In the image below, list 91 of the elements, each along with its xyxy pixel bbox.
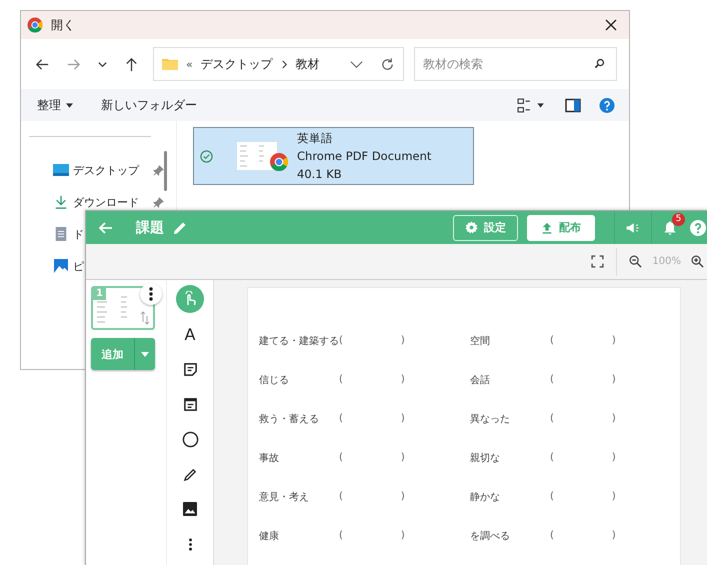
help-icon[interactable] xyxy=(599,98,615,112)
search-icon xyxy=(594,58,605,69)
folder-icon xyxy=(162,58,178,70)
text-box-icon xyxy=(182,396,198,412)
pdf-thumbnail-icon xyxy=(235,140,289,172)
upload-icon xyxy=(541,222,553,234)
document-icon xyxy=(53,227,69,241)
vocabulary-word: 静かな xyxy=(470,490,501,504)
file-type: Chrome PDF Document xyxy=(297,148,432,165)
assignment-title: 課題 xyxy=(136,218,164,236)
close-parenthesis: ) xyxy=(400,374,405,385)
file-tile[interactable]: 英単語 Chrome PDF Document 40.1 KB xyxy=(193,127,474,185)
close-parenthesis: ) xyxy=(400,491,405,502)
close-parenthesis: ) xyxy=(612,413,616,424)
window-title: 開く xyxy=(51,16,75,34)
close-parenthesis: ) xyxy=(400,413,405,424)
zoom-level: 100% xyxy=(652,256,681,267)
open-parenthesis: ( xyxy=(339,491,343,502)
vocabulary-word: 信じる xyxy=(259,374,290,386)
back-arrow-icon[interactable] xyxy=(35,56,50,72)
zoom-out-icon[interactable] xyxy=(629,255,642,268)
refresh-icon[interactable] xyxy=(380,56,395,72)
preview-pane-icon[interactable] xyxy=(565,98,581,112)
open-parenthesis: ( xyxy=(550,374,554,385)
vocabulary-word: 空間 xyxy=(470,334,491,348)
breadcrumb-overflow[interactable]: « xyxy=(186,58,193,70)
close-parenthesis: ) xyxy=(612,374,616,385)
caret-icon xyxy=(66,102,73,108)
up-arrow-icon[interactable] xyxy=(124,56,139,72)
download-icon xyxy=(53,195,69,209)
circle-icon xyxy=(182,430,198,448)
pin-icon[interactable] xyxy=(153,164,164,176)
open-parenthesis: ( xyxy=(550,491,554,502)
check-circle-icon[interactable] xyxy=(200,150,213,162)
pictures-icon xyxy=(53,259,69,273)
scrollbar-thumb[interactable] xyxy=(164,151,167,191)
vocabulary-word: 意見・考え xyxy=(259,490,310,504)
pencil-icon xyxy=(182,466,198,482)
vocabulary-word: 会話 xyxy=(470,374,491,386)
notification-badge: 5 xyxy=(672,212,685,226)
open-parenthesis: ( xyxy=(550,452,554,463)
file-name: 英単語 xyxy=(297,130,334,147)
image-icon xyxy=(183,502,197,516)
close-icon[interactable] xyxy=(605,19,617,31)
open-parenthesis: ( xyxy=(339,335,343,346)
chrome-icon xyxy=(27,17,43,33)
vocabulary-word: 建てる・建築する xyxy=(259,334,339,348)
open-parenthesis: ( xyxy=(339,374,343,385)
open-parenthesis: ( xyxy=(339,452,343,463)
more-icon xyxy=(188,536,192,552)
new-folder-button[interactable]: 新しいフォルダー xyxy=(95,92,203,118)
desktop-icon xyxy=(53,163,69,177)
text-tool-button[interactable]: A xyxy=(176,320,204,348)
vocabulary-word: 救う・蓄える xyxy=(259,412,320,426)
breadcrumb-item[interactable]: 教材 xyxy=(296,56,320,72)
close-parenthesis: ) xyxy=(400,335,405,346)
open-parenthesis: ( xyxy=(550,335,554,346)
breadcrumb-item[interactable]: デスクトップ xyxy=(200,56,273,72)
gear-icon xyxy=(465,221,478,234)
sidebar-item[interactable]: デスクトップ xyxy=(73,162,139,178)
vocabulary-word: 健康 xyxy=(259,530,280,542)
close-parenthesis: ) xyxy=(612,530,616,541)
search-field[interactable]: 教材の検索 xyxy=(414,47,617,81)
page-number: 1 xyxy=(93,288,106,300)
caret-icon xyxy=(141,352,149,356)
sidebar-item[interactable]: ピ xyxy=(73,258,84,274)
zoom-in-icon[interactable] xyxy=(691,255,704,268)
organize-menu-button[interactable]: 整理 xyxy=(31,92,79,118)
close-parenthesis: ) xyxy=(400,530,405,541)
sidebar-item[interactable]: ダウンロード xyxy=(73,194,139,210)
open-parenthesis: ( xyxy=(550,413,554,424)
fullscreen-icon[interactable] xyxy=(591,255,604,268)
address-bar[interactable]: « デスクトップ 教材 xyxy=(153,47,404,81)
vocabulary-word: 異なった xyxy=(470,412,511,426)
close-parenthesis: ) xyxy=(400,452,405,463)
forward-arrow-icon[interactable] xyxy=(66,56,81,72)
close-parenthesis: ) xyxy=(612,491,616,502)
bell-icon[interactable] xyxy=(662,220,678,236)
vocabulary-word: を調べる xyxy=(470,530,511,542)
close-parenthesis: ) xyxy=(612,335,616,346)
vocabulary-word: 事故 xyxy=(259,452,280,464)
sidebar-item[interactable]: ド xyxy=(73,226,84,242)
vocabulary-word: 親切な xyxy=(470,452,501,464)
open-parenthesis: ( xyxy=(550,530,554,541)
file-size: 40.1 KB xyxy=(297,166,343,183)
open-parenthesis: ( xyxy=(339,530,343,541)
close-parenthesis: ) xyxy=(612,452,616,463)
pin-icon[interactable] xyxy=(153,196,164,208)
note-icon xyxy=(182,362,198,376)
open-parenthesis: ( xyxy=(339,413,343,424)
breadcrumb-chevron-icon xyxy=(280,60,288,68)
